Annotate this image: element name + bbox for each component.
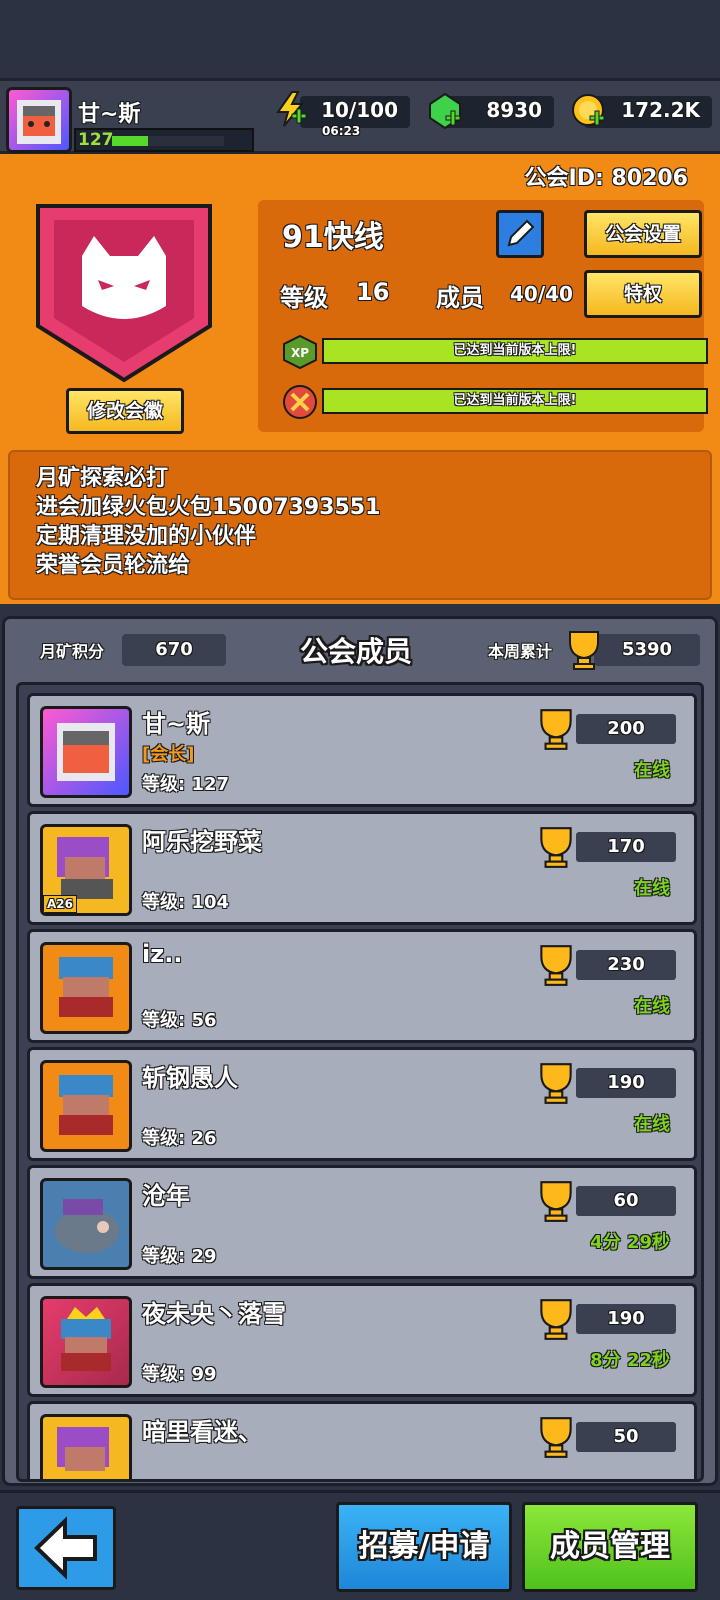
trophy-icon — [569, 631, 599, 670]
member-score: 190 — [576, 1068, 676, 1098]
trophy-icon — [540, 1063, 572, 1104]
member-row[interactable]: 甘~斯 [会长] 等级: 127 200 在线 — [27, 693, 697, 807]
lightning-plus-icon[interactable] — [272, 90, 310, 128]
member-status: 在线 — [634, 760, 670, 781]
avatar — [40, 1296, 132, 1388]
member-level: 等级: 26 — [142, 1128, 217, 1149]
week-total-value: 5390 — [594, 634, 700, 666]
guild-emblem-icon[interactable] — [32, 196, 216, 386]
moon-points-value: 670 — [122, 634, 226, 666]
member-level: 等级: 29 — [142, 1246, 217, 1267]
guild-members-value: 40/40 — [510, 282, 573, 306]
privilege-button[interactable]: 特权 — [584, 270, 702, 318]
member-score: 200 — [576, 714, 676, 744]
back-button[interactable] — [16, 1506, 116, 1590]
guild-level-value: 16 — [356, 278, 390, 306]
moon-points-label: 月矿积分 — [40, 642, 105, 661]
member-role: [会长] — [142, 744, 195, 765]
member-score: 230 — [576, 950, 676, 980]
members-title: 公会成员 — [300, 635, 413, 668]
guild-level-label: 等级 — [280, 284, 328, 312]
member-status: 在线 — [634, 996, 670, 1017]
member-name: 斩钢愚人 — [142, 1064, 238, 1092]
gold-coin-plus-icon[interactable] — [570, 92, 608, 130]
xp-progress-bar: 已达到当前版本上限! — [322, 338, 708, 364]
member-status: 8分 22秒 — [590, 1350, 670, 1371]
guild-settings-button[interactable]: 公会设置 — [584, 210, 702, 258]
member-name: 夜未央丶落雪 — [142, 1300, 286, 1328]
avatar — [40, 942, 132, 1034]
player-level-bar: 127 — [74, 128, 254, 152]
edit-emblem-button[interactable]: 修改会徽 — [66, 388, 184, 434]
gem-value: 8930 — [486, 98, 542, 122]
member-score: 50 — [576, 1422, 676, 1452]
member-score: 60 — [576, 1186, 676, 1216]
notice-line: 荣誉会员轮流给 — [36, 553, 191, 578]
guild-id: 公会ID: 80206 — [524, 166, 688, 191]
member-name: 暗里看迷、 — [142, 1418, 262, 1446]
trophy-icon — [540, 709, 572, 750]
member-level: 等级: 99 — [142, 1364, 217, 1385]
member-badge: A26 — [43, 895, 77, 913]
guild-notice: 月矿探索必打 进会加绿火包火包15007393551 定期清理没加的小伙伴 荣誉… — [8, 450, 712, 600]
notice-line: 进会加绿火包火包15007393551 — [36, 495, 381, 520]
gold-value: 172.2K — [621, 98, 700, 122]
member-row[interactable]: A26 阿乐挖野菜 等级: 104 170 在线 — [27, 811, 697, 925]
avatar — [40, 1414, 132, 1479]
xp-icon: XP — [283, 334, 317, 370]
member-row[interactable]: 暗里看迷、 50 — [27, 1401, 697, 1479]
member-row[interactable]: 沧年 等级: 29 60 4分 29秒 — [27, 1165, 697, 1279]
member-name: 阿乐挖野菜 — [142, 828, 262, 856]
player-level: 127 — [78, 130, 114, 150]
green-gem-plus-icon[interactable] — [426, 92, 464, 130]
member-name: iz.. — [142, 940, 183, 968]
member-status: 在线 — [634, 878, 670, 899]
player-name: 甘~斯 — [78, 102, 141, 127]
member-list[interactable]: 甘~斯 [会长] 等级: 127 200 在线 A26 阿乐挖野菜 等级: 10… — [16, 682, 704, 1482]
xp-badge-text: XP — [291, 346, 309, 360]
member-row[interactable]: iz.. 等级: 56 230 在线 — [27, 929, 697, 1043]
member-score: 190 — [576, 1304, 676, 1334]
tech-progress-bar: 已达到当前版本上限! — [322, 388, 708, 414]
trophy-icon — [540, 827, 572, 868]
notice-line: 定期清理没加的小伙伴 — [36, 524, 257, 549]
member-level: 等级: 104 — [142, 892, 230, 913]
player-xp-bar — [112, 136, 224, 146]
member-status: 在线 — [634, 1114, 670, 1135]
avatar — [40, 1178, 132, 1270]
recruit-button[interactable]: 招募/申请 — [336, 1502, 512, 1592]
energy-timer: 06:23 — [322, 124, 361, 138]
guild-name: 91快线 — [282, 220, 384, 255]
member-row[interactable]: 夜未央丶落雪 等级: 99 190 8分 22秒 — [27, 1283, 697, 1397]
member-name: 沧年 — [142, 1182, 190, 1210]
member-level: 等级: 127 — [142, 774, 230, 795]
trophy-icon — [540, 1417, 572, 1458]
member-name: 甘~斯 — [142, 710, 211, 738]
trophy-icon — [540, 945, 572, 986]
avatar — [40, 706, 132, 798]
pencil-icon — [507, 219, 535, 247]
manage-members-button[interactable]: 成员管理 — [522, 1502, 698, 1592]
avatar: A26 — [40, 824, 132, 916]
member-level: 等级: 56 — [142, 1010, 217, 1031]
avatar — [40, 1060, 132, 1152]
week-total-label: 本周累计 — [488, 642, 553, 661]
arrow-left-icon — [34, 1516, 97, 1580]
trophy-icon — [540, 1299, 572, 1340]
edit-name-button[interactable] — [496, 210, 544, 258]
energy-value: 10/100 — [321, 98, 398, 122]
trophy-icon — [540, 1181, 572, 1222]
member-score: 170 — [576, 832, 676, 862]
tools-badge-icon — [283, 385, 317, 419]
notice-line: 月矿探索必打 — [36, 466, 169, 491]
status-bar-area — [0, 0, 720, 78]
member-status: 4分 29秒 — [590, 1232, 670, 1253]
member-row[interactable]: 斩钢愚人 等级: 26 190 在线 — [27, 1047, 697, 1161]
player-avatar[interactable] — [6, 87, 72, 153]
guild-members-label: 成员 — [436, 284, 484, 312]
